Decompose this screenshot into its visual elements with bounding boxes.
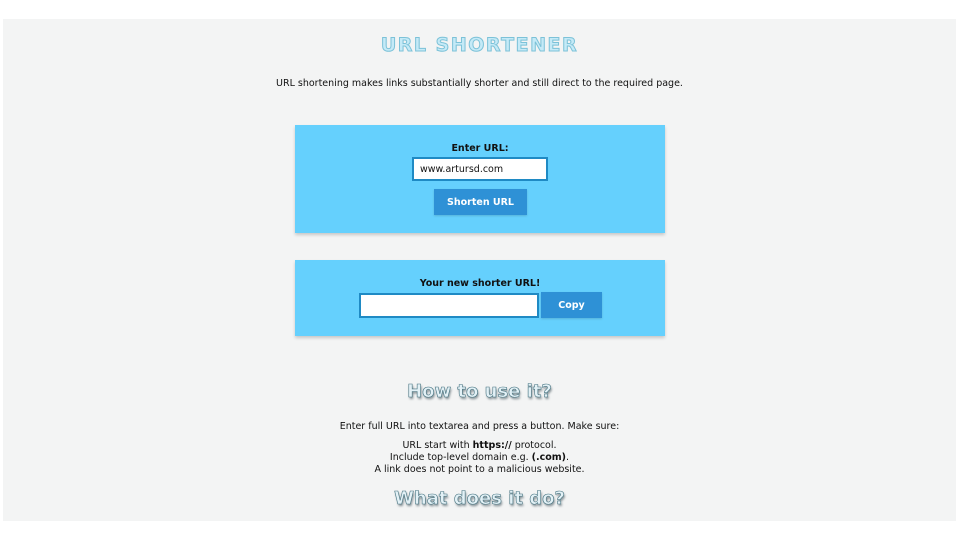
rule-tld: Include top-level domain e.g. (.com).	[389, 452, 570, 463]
enter-url-label: Enter URL:	[451, 143, 509, 154]
how-to-heading: How to use it?	[407, 381, 552, 403]
result-panel: Your new shorter URL! Copy	[295, 260, 665, 336]
how-to-rules: URL start with https:// protocol. Includ…	[3, 440, 956, 476]
shorten-url-button[interactable]: Shorten URL	[434, 189, 527, 215]
what-it-does-heading: What does it do?	[394, 488, 565, 510]
url-input[interactable]	[412, 157, 548, 181]
shorten-panel: Enter URL: Shorten URL	[295, 125, 665, 233]
page-title: URL SHORTENER	[380, 34, 579, 57]
page-body: URL SHORTENER URL shortening makes links…	[3, 19, 956, 521]
page-subtitle: URL shortening makes links substantially…	[276, 78, 683, 89]
rule-malicious: A link does not point to a malicious web…	[374, 464, 585, 475]
result-label: Your new shorter URL!	[419, 278, 541, 289]
short-url-output[interactable]	[359, 293, 539, 318]
copy-button[interactable]: Copy	[541, 292, 602, 318]
how-to-intro: Enter full URL into textarea and press a…	[339, 421, 620, 432]
rule-protocol: URL start with https:// protocol.	[402, 440, 557, 451]
